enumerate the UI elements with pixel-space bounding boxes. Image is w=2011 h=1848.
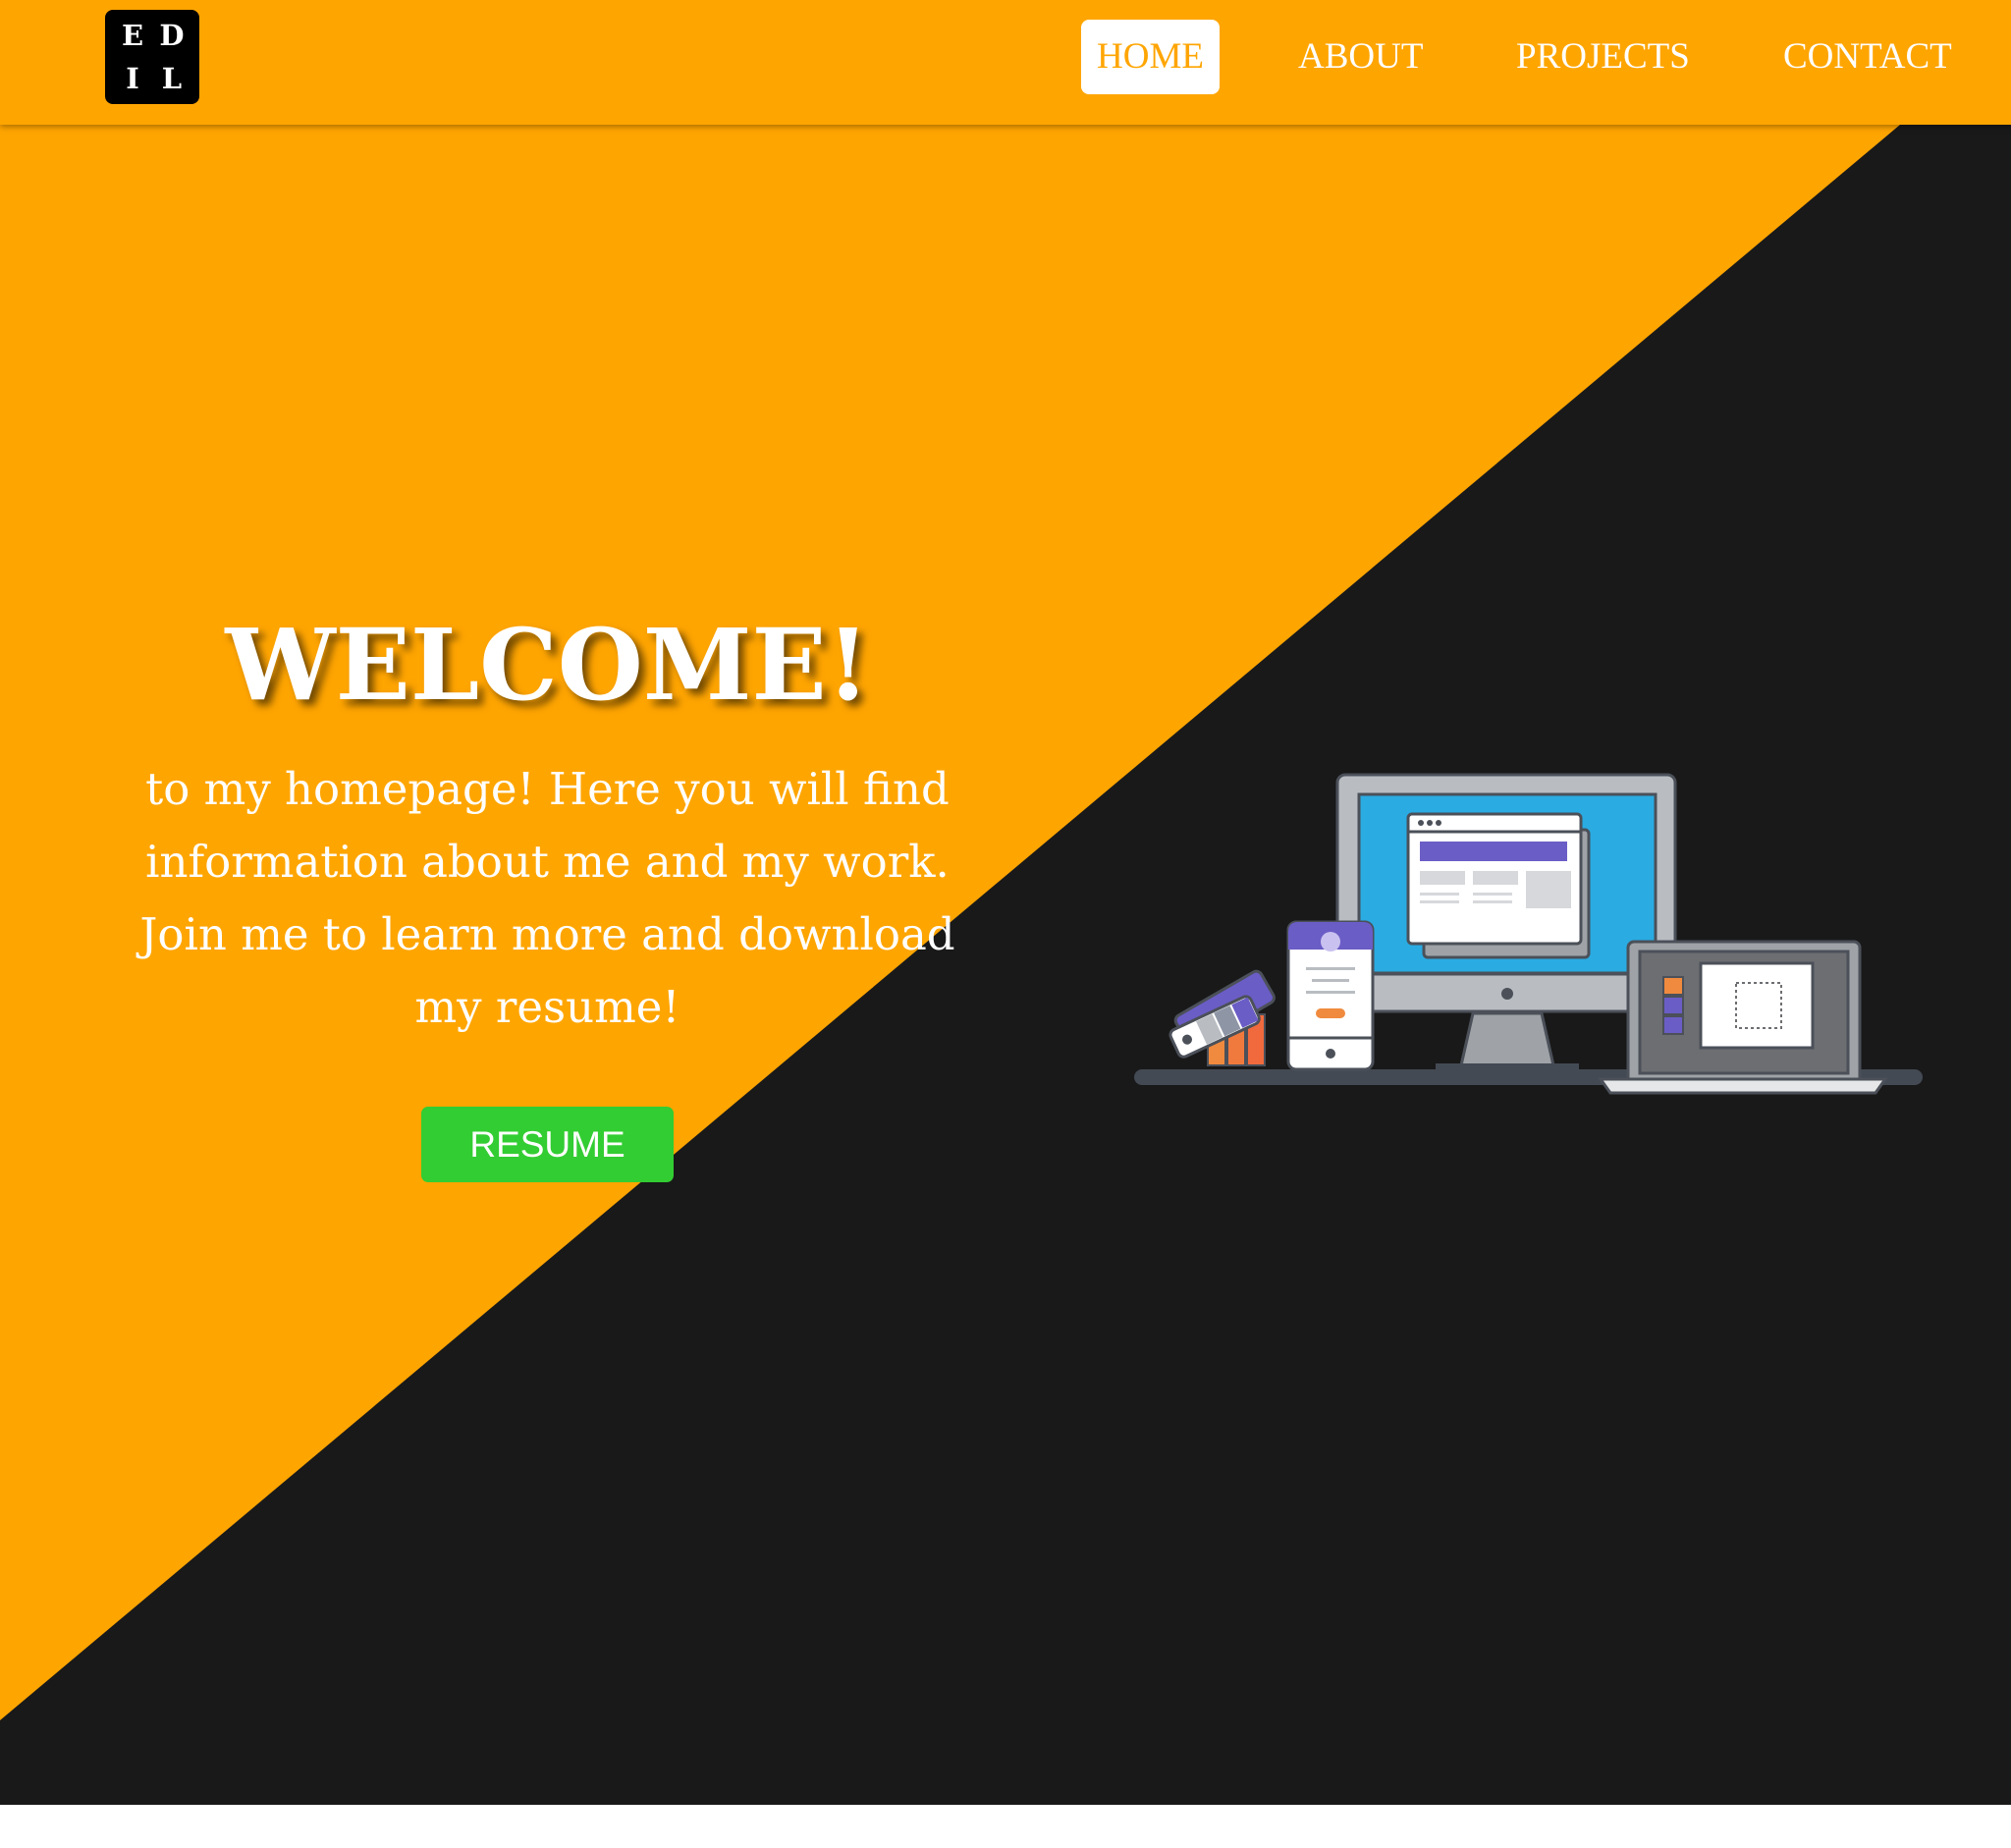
nav-about[interactable]: ABOUT (1298, 20, 1423, 94)
intro-text: to my homepage! Here you will find infor… (139, 763, 955, 1033)
resume-button[interactable]: RESUME (421, 1107, 674, 1182)
logo-letter: E (121, 19, 144, 52)
welcome-heading: WELCOME! (225, 607, 870, 723)
logo-letter: I (126, 62, 139, 95)
hero-section: WELCOME! to my homepage! Here you will f… (0, 125, 2011, 1805)
logo-letter: D (159, 19, 185, 52)
nav-home[interactable]: HOME (1081, 20, 1220, 94)
logo-letter: L (161, 62, 183, 95)
logo[interactable]: E D I L (105, 10, 199, 104)
nav-projects[interactable]: PROJECTS (1516, 20, 1690, 94)
devices-illustration-icon (1134, 773, 1923, 1095)
navbar: E D I L HOME ABOUT PROJECTS CONTACT (0, 0, 2011, 125)
nav-contact[interactable]: CONTACT (1783, 20, 1952, 94)
